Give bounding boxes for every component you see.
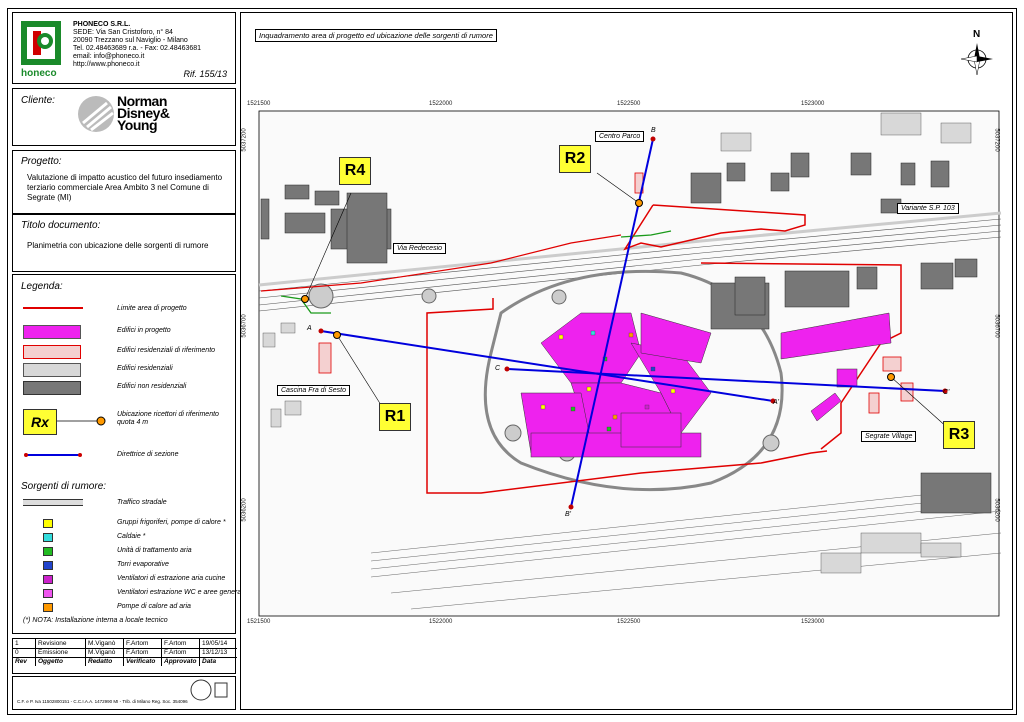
sources-label: Sorgenti di rumore: (21, 481, 107, 492)
darkgray-swatch-icon (23, 381, 81, 395)
document-label: Titolo documento: (21, 220, 101, 231)
pink-square-icon (43, 589, 53, 598)
coord-right-1: 5036700 (993, 314, 1000, 338)
pink-swatch-icon (23, 345, 81, 359)
receptor-r1: R1 (379, 403, 411, 431)
coord-bottom-3: 1523000 (801, 619, 825, 625)
magenta-swatch-icon (23, 325, 81, 339)
map-panel: Inquadramento area di progetto ed ubicaz… (240, 12, 1013, 710)
certification-stamp-icon (190, 679, 228, 701)
document-title: Planimetria con ubicazione delle sorgent… (27, 241, 209, 250)
company-address1: SEDE: Via San Cristoforo, n° 84 (73, 29, 173, 36)
site-plan-map (258, 43, 1002, 617)
company-box: honeco PHONECO S.R.L. SEDE: Via San Cris… (12, 12, 236, 84)
orange-square-icon (43, 603, 53, 612)
coord-bottom-1: 1522000 (429, 619, 453, 625)
section-point-b: B (651, 127, 656, 134)
coord-left-2: 5036200 (241, 498, 248, 522)
coord-bottom-2: 1522500 (617, 619, 641, 625)
client-box: Cliente: Norman Disney& Young (12, 88, 236, 146)
blue-section-line-icon (24, 453, 82, 457)
label-segrate-village: Segrate Village (861, 431, 917, 442)
purple-square-icon (43, 575, 53, 584)
yellow-square-icon (43, 519, 53, 528)
lightgray-swatch-icon (23, 363, 81, 377)
legend-label: Legenda: (21, 281, 63, 292)
project-text: Valutazione di impatto acustico del futu… (27, 173, 223, 202)
receptor-badge: Rx (23, 409, 57, 435)
coord-top-2: 1522500 (617, 101, 641, 107)
receptor-r3: R3 (943, 421, 975, 449)
coord-top-3: 1523000 (801, 101, 825, 107)
table-header-row: Rev Oggetto Redatto Verificato Approvato… (13, 657, 237, 666)
section-point-a: A (307, 325, 312, 332)
cyan-square-icon (43, 533, 53, 542)
company-phone: Tel. 02.48463689 r.a. - Fax: 02.48463681 (73, 45, 202, 52)
coord-left-1: 5036700 (241, 314, 248, 338)
sources-note: (*) NOTA: Installazione interna a locale… (23, 617, 168, 624)
section-point-c: C (495, 365, 501, 372)
receptor-marker-icon (57, 416, 106, 426)
company-email: email: info@phoneco.it (73, 53, 145, 60)
document-box: Titolo documento: Planimetria con ubicaz… (12, 214, 236, 272)
coord-top-1: 1522000 (429, 101, 453, 107)
footer-text: C.F. e P. Iva 11502800151 - C.C.I.A.A. 1… (17, 699, 188, 704)
road-icon (23, 499, 83, 506)
section-point-a-prime: A' (773, 399, 780, 406)
ndy-logo-text: Norman Disney& Young (117, 93, 170, 133)
green-square-icon (43, 547, 53, 556)
section-point-c-prime: C' (943, 389, 950, 396)
phoneco-logo-text: honeco (21, 68, 57, 79)
blue-square-icon (43, 561, 53, 570)
ndy-logo-mark (78, 96, 114, 132)
coord-top-0: 1521500 (247, 101, 271, 107)
company-name: PHONECO S.R.L. (73, 21, 131, 28)
label-cascina: Cascina Fra di Sesto (277, 385, 350, 396)
north-label: N (973, 29, 981, 40)
company-web: http://www.phoneco.it (73, 61, 140, 68)
footer-box: C.F. e P. Iva 11502800151 - C.C.I.A.A. 1… (12, 676, 236, 710)
label-variante: Variante S.P. 103 (897, 203, 959, 214)
company-address2: 20090 Trezzano sul Naviglio - Milano (73, 37, 188, 44)
legend-box: Legenda: Limite area di progetto Edifici… (12, 274, 244, 634)
coord-left-0: 5037200 (241, 128, 248, 152)
coord-bottom-0: 1521500 (247, 619, 271, 625)
phoneco-logo (21, 21, 61, 65)
north-arrow (960, 43, 993, 76)
receptor-r2: R2 (559, 145, 591, 173)
label-via-redecesio: Via Redecesio (393, 243, 447, 254)
red-line-icon (23, 307, 83, 309)
title-block: honeco PHONECO S.R.L. SEDE: Via San Cris… (12, 12, 244, 710)
receptor-r4: R4 (339, 157, 371, 185)
client-label: Cliente: (21, 95, 55, 106)
section-point-b-prime: B' (565, 511, 572, 518)
revision-table: 1 Revisione M.Viganò F.Artom F.Artom 19/… (12, 638, 237, 674)
coord-right-0: 5037200 (993, 128, 1000, 152)
project-box: Progetto: Valutazione di impatto acustic… (12, 150, 236, 214)
reference-number: Rif. 155/13 (183, 69, 227, 79)
coord-right-2: 5036200 (993, 498, 1000, 522)
project-label: Progetto: (21, 156, 62, 167)
label-centro-parco: Centro Parco (595, 131, 645, 142)
